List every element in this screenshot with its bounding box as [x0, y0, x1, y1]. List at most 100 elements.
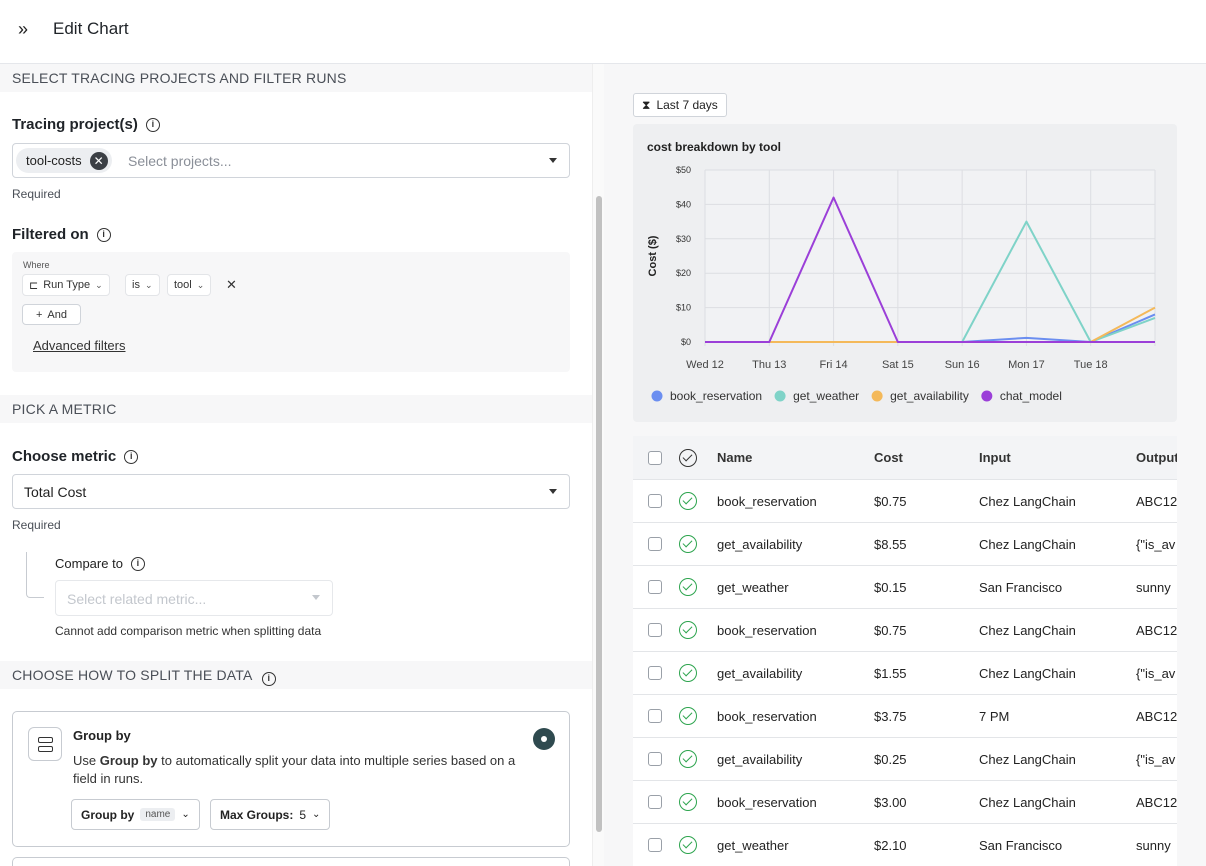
cell-name: get_availability [717, 752, 803, 767]
table-row[interactable]: get_weather $2.10 San Francisco sunny [633, 824, 1177, 866]
cell-name: get_weather [717, 838, 789, 853]
remove-filter-icon[interactable]: ✕ [226, 277, 237, 293]
metric-select[interactable]: Total Cost [12, 474, 570, 509]
filter-value-dropdown[interactable]: tool ⌄ [167, 274, 212, 296]
column-header-name[interactable]: Name [717, 450, 752, 465]
row-checkbox[interactable] [648, 494, 662, 508]
group-by-field-dropdown[interactable]: Group by name ⌄ [71, 799, 200, 830]
select-all-checkbox[interactable] [648, 451, 662, 465]
cell-input: Chez LangChain [979, 795, 1076, 810]
info-icon[interactable]: i [130, 556, 145, 571]
group-by-radio[interactable] [533, 728, 555, 750]
double-chevron-right-icon[interactable]: » [18, 19, 38, 39]
y-tick-label: $10 [676, 303, 691, 313]
legend-dot-chat_model [981, 390, 993, 402]
remove-chip-icon[interactable]: ✕ [89, 151, 108, 170]
info-icon[interactable]: i [145, 117, 160, 132]
scrollbar-thumb[interactable] [596, 196, 602, 832]
cell-output: sunny [1136, 838, 1171, 853]
cell-name: get_availability [717, 537, 803, 552]
caret-down-icon [549, 489, 557, 494]
table-row[interactable]: book_reservation $0.75 Chez LangChain ABC12… [633, 480, 1177, 523]
success-check-icon [679, 707, 697, 725]
row-checkbox[interactable] [648, 795, 662, 809]
required-text: Required [12, 518, 61, 532]
x-tick-label: Thu 13 [752, 359, 786, 371]
column-header-input[interactable]: Input [979, 450, 1011, 465]
group-by-card[interactable]: Group by Use Group by to automatically s… [12, 711, 570, 847]
cell-name: get_weather [717, 580, 789, 595]
cell-input: Chez LangChain [979, 623, 1076, 638]
group-by-tag: name [140, 808, 176, 821]
cell-output: ABC123 [1136, 795, 1177, 810]
column-header-output[interactable]: Output [1136, 450, 1177, 465]
table-header: Name Cost Input Output [633, 436, 1177, 480]
left-scrollbar[interactable] [592, 64, 604, 866]
column-header-cost[interactable]: Cost [874, 450, 903, 465]
metric-value: Total Cost [24, 484, 87, 500]
table-row[interactable]: book_reservation $0.75 Chez LangChain ABC12… [633, 609, 1177, 652]
row-checkbox[interactable] [648, 709, 662, 723]
chart-card: $0 $10 $20 $30 $40 $50 Wed 12 Thu 13 Fri 14 Sat 1… [633, 124, 1177, 422]
filter-value-label: tool [174, 279, 192, 291]
desc-pre: Use [73, 753, 100, 768]
plus-icon: + [35, 308, 43, 321]
y-tick-label: $20 [676, 268, 691, 278]
cell-input: Chez LangChain [979, 752, 1076, 767]
x-tick-label: Fri 14 [820, 359, 848, 371]
and-label: And [47, 308, 67, 321]
filter-field-label: Run Type [43, 279, 91, 291]
status-check-icon [679, 449, 697, 467]
cell-cost: $8.55 [874, 537, 907, 552]
top-bar: » Edit Chart [0, 0, 1206, 64]
chevron-down-icon: ⌄ [181, 809, 190, 820]
required-text: Required [12, 187, 61, 201]
y-tick-label: $50 [676, 165, 691, 175]
row-checkbox[interactable] [648, 537, 662, 551]
row-checkbox[interactable] [648, 580, 662, 594]
table-row[interactable]: book_reservation $3.75 7 PM ABC123 [633, 695, 1177, 738]
cell-cost: $0.15 [874, 580, 907, 595]
add-and-button[interactable]: + And [22, 304, 81, 325]
compare-metric-select[interactable]: Select related metric... [55, 580, 333, 616]
cell-output: ABC123 [1136, 494, 1177, 509]
next-option-card[interactable] [12, 857, 570, 866]
y-tick-label: $0 [681, 337, 691, 347]
cell-name: book_reservation [717, 494, 817, 509]
success-check-icon [679, 750, 697, 768]
table-row[interactable]: get_availability $0.25 Chez LangChain {"is_… [633, 738, 1177, 781]
compare-placeholder: Select related metric... [67, 591, 207, 607]
chevron-down-icon: ⌄ [95, 279, 103, 290]
cell-input: Chez LangChain [979, 666, 1076, 681]
info-icon[interactable]: i [124, 449, 139, 464]
success-check-icon [679, 578, 697, 596]
cell-output: sunny [1136, 580, 1171, 595]
info-icon[interactable]: i [96, 227, 111, 242]
table-row[interactable]: book_reservation $3.00 Chez LangChain ABC12… [633, 781, 1177, 824]
desc-bold: Group by [99, 753, 158, 768]
row-checkbox[interactable] [648, 752, 662, 766]
advanced-filters-link[interactable]: Advanced filters [33, 338, 126, 353]
table-row[interactable]: get_weather $0.15 San Francisco sunny [633, 566, 1177, 609]
cell-input: San Francisco [979, 838, 1063, 853]
cell-cost: $3.75 [874, 709, 907, 724]
filter-field-dropdown[interactable]: ⊏ Run Type ⌄ [22, 274, 110, 296]
page-title: Edit Chart [53, 19, 129, 38]
row-checkbox[interactable] [648, 623, 662, 637]
time-range-button[interactable]: ⧗ Last 7 days [633, 93, 727, 117]
where-label: Where [23, 260, 50, 270]
info-icon[interactable]: i [261, 672, 276, 686]
projects-select[interactable]: tool-costs ✕ Select projects... [12, 143, 570, 178]
row-checkbox[interactable] [648, 838, 662, 852]
table-row[interactable]: get_availability $8.55 Chez LangChain {"is_… [633, 523, 1177, 566]
filter-op-label: is [132, 279, 140, 291]
compare-to-label: Compare to i [55, 556, 145, 571]
max-groups-dropdown[interactable]: Max Groups: 5 ⌄ [210, 799, 331, 830]
cell-name: book_reservation [717, 709, 817, 724]
filter-op-dropdown[interactable]: is ⌄ [125, 274, 160, 296]
projects-placeholder: Select projects... [128, 153, 232, 169]
table-row[interactable]: get_availability $1.55 Chez LangChain {"is_… [633, 652, 1177, 695]
group-by-description: Use Group by to automatically split your… [73, 752, 528, 788]
row-checkbox[interactable] [648, 666, 662, 680]
x-tick-label: Sun 16 [945, 359, 980, 371]
